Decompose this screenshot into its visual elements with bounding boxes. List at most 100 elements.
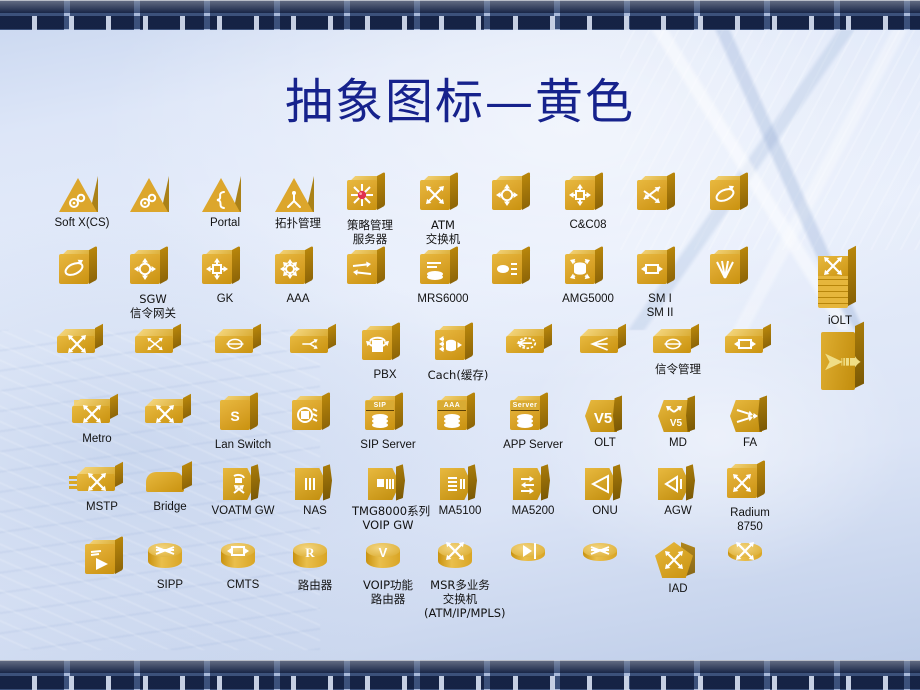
- icon-shape: [511, 540, 555, 578]
- icon-voatm-gw[interactable]: VOATM GW: [207, 464, 279, 518]
- icon-shape: [565, 171, 611, 218]
- icon-metro[interactable]: Metro: [61, 393, 133, 446]
- icon-shape: [438, 464, 482, 504]
- icon-switch-flat-1[interactable]: [46, 323, 118, 362]
- icon-gk[interactable]: GK: [189, 245, 261, 306]
- icon-atm-switch[interactable]: ATM 交换机: [407, 171, 479, 246]
- icon-radium-8750[interactable]: Radium 8750: [714, 459, 786, 534]
- icon-side: [322, 391, 330, 430]
- icon-portal[interactable]: Portal: [189, 176, 261, 230]
- icon-glyph: [365, 408, 395, 430]
- icon-cloud-node[interactable]: [495, 323, 567, 362]
- icon-voip-router[interactable]: V VOIP功能 路由器: [352, 540, 424, 606]
- icon-glyph: [205, 188, 237, 212]
- icon-switch-flat-2[interactable]: [124, 323, 196, 362]
- icon-aaa-server[interactable]: AAA: [424, 391, 496, 438]
- icon-tmg8000[interactable]: TMG8000系列 VOIP GW: [352, 464, 430, 533]
- icon-sip-server[interactable]: SIP SIP Server: [352, 391, 424, 452]
- icon-bridge[interactable]: Bridge: [134, 461, 206, 514]
- icon-fan-node[interactable]: [697, 245, 769, 292]
- icon-label: SIP Server: [360, 439, 416, 451]
- icon-shape: [818, 245, 862, 314]
- icon-shape: [293, 464, 337, 504]
- icon-ma5100[interactable]: MA5100: [424, 464, 496, 518]
- icon-glyph: S: [220, 400, 250, 430]
- icon-glyph: V: [366, 543, 400, 560]
- icon-fan-out-node[interactable]: [569, 323, 641, 362]
- icon-md[interactable]: V5 MD: [642, 396, 714, 450]
- icon-side: [544, 323, 552, 349]
- icon-iad[interactable]: IAD: [642, 540, 714, 596]
- icon-disc-node-3[interactable]: [714, 540, 786, 578]
- icon-topology-management[interactable]: 拓扑管理: [262, 176, 334, 230]
- icon-label: ATM: [431, 218, 455, 232]
- icon-side: [89, 245, 97, 284]
- icon-policy-management-server[interactable]: 策略管理 服务器: [334, 171, 406, 246]
- icon-switch-node-2[interactable]: [624, 171, 696, 218]
- icon-app-server[interactable]: Server APP Server: [497, 391, 569, 452]
- icon-switch-node-1[interactable]: [479, 171, 551, 218]
- icon-block-arrows[interactable]: ➤➠: [809, 321, 881, 396]
- svg-text:V5: V5: [594, 410, 612, 427]
- icon-soft-x-cs[interactable]: Soft X(CS): [46, 176, 118, 230]
- icon-mrs6000[interactable]: MRS6000: [407, 245, 479, 306]
- icon-ma5200[interactable]: MA5200: [497, 464, 569, 518]
- icon-swap-node[interactable]: [334, 245, 406, 292]
- icon-sgw[interactable]: SGW 信令网关: [117, 245, 189, 320]
- icon-label: C&C08: [569, 219, 607, 231]
- icon-aaa[interactable]: AAA: [262, 245, 334, 306]
- icon-glyph: [133, 188, 165, 212]
- icon-glyph: [147, 404, 183, 424]
- icon-storage-cube[interactable]: [279, 391, 351, 438]
- icon-onu[interactable]: ONU: [569, 464, 641, 518]
- icon-side: [691, 323, 699, 349]
- icon-side: [450, 245, 458, 284]
- icon-node-orbit[interactable]: [46, 245, 118, 292]
- icon-switch-node-3[interactable]: [697, 171, 769, 218]
- icon-label: Metro: [82, 433, 112, 445]
- icon-switch-flat-4[interactable]: [279, 323, 351, 362]
- icon-label: 信令管理: [655, 362, 701, 376]
- icon-side: [115, 461, 123, 487]
- icon-glyph: [278, 188, 310, 212]
- icon-agw[interactable]: AGW: [642, 464, 714, 518]
- icon-label: VOIP GW: [362, 518, 414, 533]
- icon-side: [450, 171, 458, 210]
- icon-soft-x-cs-2[interactable]: [117, 176, 189, 216]
- icon-tunnel-node[interactable]: [714, 323, 786, 362]
- icon-msr-switch[interactable]: MSR多业务 交换机 (ATM/IP/MPLS): [424, 540, 506, 621]
- icon-shape: S: [220, 391, 266, 438]
- icon-cmts[interactable]: CMTS: [207, 540, 279, 592]
- icon-side: [595, 245, 603, 284]
- icon-mstp[interactable]: MSTP: [66, 461, 138, 514]
- icon-fa[interactable]: FA: [714, 396, 786, 450]
- icon-shape: [655, 540, 701, 582]
- icon-shape: [583, 540, 627, 578]
- icon-glyph: [437, 408, 467, 430]
- icon-iolt[interactable]: iOLT: [804, 245, 876, 328]
- icon-switch-flat-3[interactable]: [204, 323, 276, 362]
- icon-shape: [710, 245, 756, 292]
- icon-disc-node-1[interactable]: [497, 540, 569, 578]
- icon-signaling-management[interactable]: 信令管理: [642, 323, 714, 376]
- icon-side: [328, 323, 336, 349]
- icon-shape: [435, 321, 481, 368]
- icon-lan-switch[interactable]: S Lan Switch: [207, 391, 279, 452]
- icon-disc-node-2[interactable]: [569, 540, 641, 578]
- icon-router[interactable]: R 路由器: [279, 540, 351, 592]
- svg-text:V5: V5: [670, 418, 683, 429]
- icon-nas[interactable]: NAS: [279, 464, 351, 518]
- icon-glyph: [510, 408, 540, 430]
- icon-amg5000[interactable]: AMG5000: [552, 245, 624, 306]
- icon-shape: [57, 323, 107, 362]
- icon-cc08[interactable]: C&C08: [552, 171, 624, 232]
- icon-sipp[interactable]: SIPP: [134, 540, 206, 592]
- icon-sm-i-ii[interactable]: SM I SM II: [624, 245, 696, 320]
- icon-shape: [656, 464, 700, 504]
- icon-pbx[interactable]: PBX: [349, 321, 421, 382]
- icon-oval-node[interactable]: [479, 245, 551, 292]
- icon-cach[interactable]: Cach(缓存): [422, 321, 494, 382]
- icon-lan-switch-small[interactable]: [134, 393, 206, 432]
- icon-label: 路由器: [370, 592, 406, 607]
- icon-olt[interactable]: V5 OLT: [569, 396, 641, 450]
